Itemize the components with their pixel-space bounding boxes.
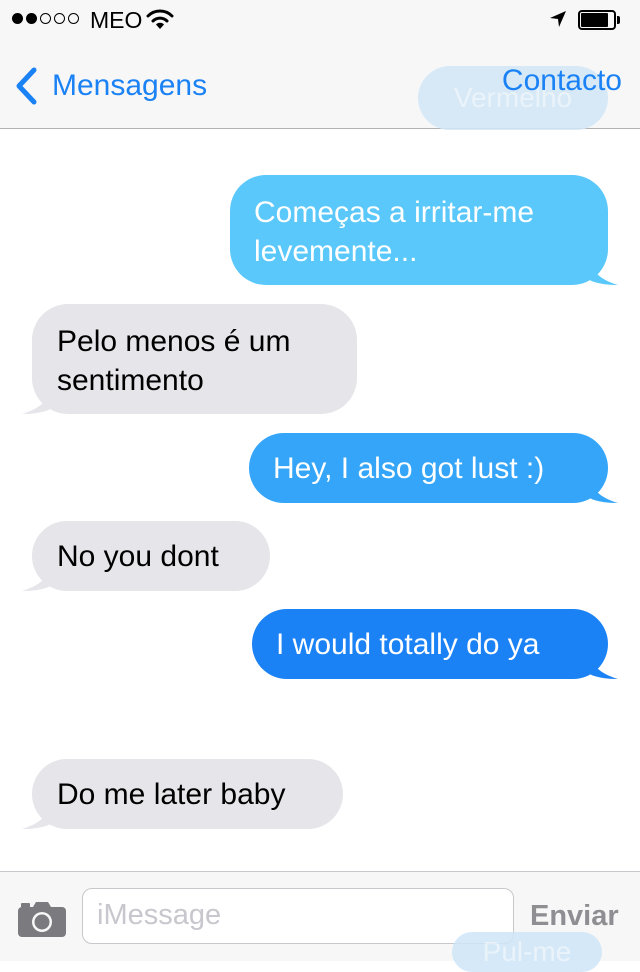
location-arrow-icon (550, 11, 566, 27)
imessage-input[interactable]: iMessage (82, 888, 514, 944)
camera-icon[interactable] (16, 900, 68, 938)
message-bubble-outgoing[interactable]: Começas a irritar-me levemente... (230, 175, 618, 285)
contact-button[interactable]: Contacto (502, 64, 622, 98)
bubble-tail (22, 384, 52, 414)
message-text-line: Começas a irritar-me (254, 196, 535, 229)
message-text-line: Do me later baby (57, 778, 286, 811)
message-bubble-outgoing[interactable]: Hey, I also got lust :) (249, 433, 618, 503)
message-text-line: Hey, I also got lust :) (273, 452, 545, 485)
message-text-line: sentimento (57, 364, 204, 397)
back-button[interactable]: Mensagens (14, 66, 207, 106)
bubble-tail (588, 649, 618, 679)
send-button[interactable]: Enviar (530, 900, 619, 933)
bubble-tail (588, 255, 618, 285)
bubble-tail (22, 799, 52, 829)
wifi-icon (146, 9, 174, 29)
signal-strength-icon (12, 13, 79, 24)
chevron-left-icon (16, 67, 37, 105)
carrier-name: MEO (90, 7, 143, 33)
bubble-tail (588, 473, 618, 503)
message-text-line: levemente... (254, 235, 418, 268)
ghost-bubble-bottom: Pul-me (452, 932, 602, 972)
message-text-line: I would totally do ya (276, 628, 540, 661)
bubble-tail (22, 561, 52, 591)
message-bubble-incoming[interactable]: No you dont (22, 521, 270, 591)
back-label: Mensagens (52, 69, 208, 102)
navigation-bar: Vermelho Mensagens Contacto (0, 40, 640, 130)
status-bar: MEO (0, 0, 640, 40)
message-bubble-outgoing[interactable]: I would totally do ya (252, 609, 618, 679)
message-bubble-incoming[interactable]: Do me later baby (22, 759, 343, 829)
message-text-line: No you dont (57, 540, 219, 573)
message-text-line: Pelo menos é um (57, 325, 291, 358)
message-bubble-incoming[interactable]: Pelo menos é um sentimento (22, 304, 357, 414)
battery-icon (578, 10, 622, 30)
